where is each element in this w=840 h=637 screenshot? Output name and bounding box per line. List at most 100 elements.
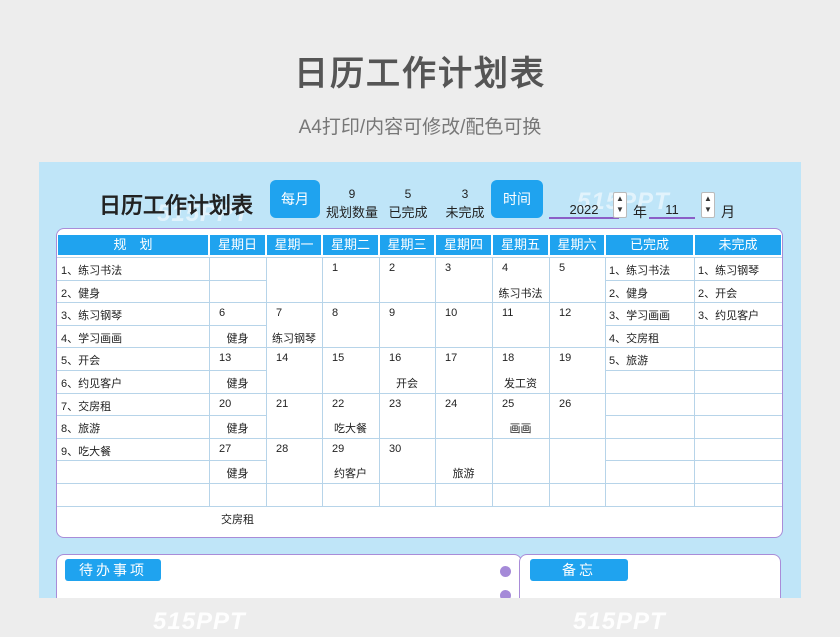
day-task: 健身 [226,423,249,436]
day-number[interactable]: 2 [389,262,395,274]
day-task: 练习书法 [498,287,543,300]
calendar-header: 星期一 [267,235,321,255]
month-input[interactable]: 11 [649,202,695,219]
spinner-up-icon[interactable]: ▲ [702,193,714,204]
day-number[interactable]: 5 [559,262,565,274]
todo-title: 待办事项 [65,559,161,581]
day-task: 健身 [226,332,249,345]
calendar-header: 星期六 [550,235,604,255]
day-task: 开会 [396,378,418,390]
row-divider [209,483,605,484]
day-task: 旅游 [452,468,475,481]
day-number[interactable]: 7 [276,307,282,319]
day-number[interactable]: 27 [219,443,231,455]
year-spinner[interactable]: ▲ ▼ [613,192,627,218]
day-number[interactable]: 3 [445,262,451,274]
row-divider [57,370,266,371]
uncompleted-item: 1、练习钢琴 [698,265,760,277]
month-spinner[interactable]: ▲ ▼ [701,192,715,218]
spinner-down-icon[interactable]: ▼ [702,204,714,215]
row-divider [694,257,782,258]
column-divider [605,257,606,506]
day-number[interactable]: 12 [559,307,571,319]
monthly-button[interactable]: 每月 [270,180,320,218]
sheet-title: 日历工作计划表 [99,193,254,218]
page-subtitle: A4打印/内容可修改/配色可换 [298,117,542,138]
row-divider [694,279,782,281]
plan-item: 2、健身 [61,287,101,300]
year-unit: 年 [633,204,647,220]
stat-uncompleted-value: 3 [461,187,469,201]
page-title: 日历工作计划表 [294,55,546,93]
day-number[interactable]: 17 [445,352,457,364]
day-task: 健身 [226,378,249,390]
day-number[interactable]: 6 [219,307,225,319]
year-input[interactable]: 2022 [549,202,619,219]
watermark: 515PPT [153,608,246,635]
day-number[interactable]: 21 [276,398,288,410]
day-number[interactable]: 11 [502,307,513,319]
stat-uncompleted-label: 未完成 [445,205,485,220]
day-number[interactable]: 18 [502,352,514,364]
column-divider [266,257,267,506]
spinner-down-icon[interactable]: ▼ [614,204,626,215]
plan-item: 5、开会 [61,355,101,368]
day-number[interactable]: 16 [389,352,401,364]
day-number[interactable]: 28 [276,443,288,455]
row-divider [694,347,782,349]
day-task: 画画 [509,423,532,436]
row-divider [694,505,782,507]
day-number[interactable]: 22 [332,398,344,410]
spinner-up-icon[interactable]: ▲ [614,193,626,204]
day-number[interactable]: 14 [276,352,288,364]
day-number[interactable]: 20 [219,398,231,410]
row-divider [694,460,782,462]
calendar-header: 星期五 [493,235,548,255]
day-number[interactable]: 9 [389,307,395,319]
day-number[interactable]: 29 [332,443,344,455]
calendar-header: 星期日 [210,235,265,255]
calendar-header: 已完成 [606,235,693,255]
day-number[interactable]: 23 [389,398,401,410]
day-number[interactable]: 26 [559,398,571,410]
calendar-header: 星期三 [380,235,434,255]
plan-item: 9、吃大餐 [61,445,112,458]
watermark: 515PPT [573,608,666,635]
plan-item: 7、交房租 [61,400,112,413]
row-divider [209,437,605,439]
day-number[interactable]: 8 [332,307,338,319]
day-number[interactable]: 13 [219,352,231,364]
day-number[interactable]: 4 [502,262,508,274]
time-button[interactable]: 时间 [491,180,543,218]
plan-item: 8、旅游 [61,423,101,436]
stat-uncompleted: 3 未完成 [441,186,489,221]
completed-item: 4、交房租 [609,332,660,345]
day-number[interactable]: 24 [445,398,457,410]
day-number[interactable]: 19 [559,352,571,364]
row-divider [57,415,266,417]
uncompleted-item: 2、开会 [698,287,738,300]
row-divider [209,505,605,507]
month-unit: 月 [721,204,735,220]
day-number[interactable]: 25 [502,398,514,410]
row-divider [209,392,605,394]
row-divider [694,302,782,304]
plan-item: 6、约见客户 [61,378,123,390]
row-divider [694,324,782,326]
calendar-header: 未完成 [695,235,781,255]
memo-title: 备忘 [530,559,628,581]
day-number[interactable]: 30 [389,443,401,455]
calendar-header: 规 划 [58,235,208,255]
plan-item: 1、练习书法 [61,265,123,277]
day-task: 健身 [226,468,249,481]
row-divider [694,483,782,484]
calendar-sheet: 515PPT 515PPT 日历工作计划表 每月 9 规划数量 5 已完成 3 … [39,162,801,598]
calendar-header: 星期二 [323,235,378,255]
day-number[interactable]: 15 [332,352,344,364]
day-number[interactable]: 1 [332,262,338,274]
plan-item: 4、学习画画 [61,332,123,345]
memo-panel: 备忘 [519,554,781,598]
row-divider [694,370,782,371]
row-divider [209,302,605,304]
day-number[interactable]: 10 [445,307,457,319]
